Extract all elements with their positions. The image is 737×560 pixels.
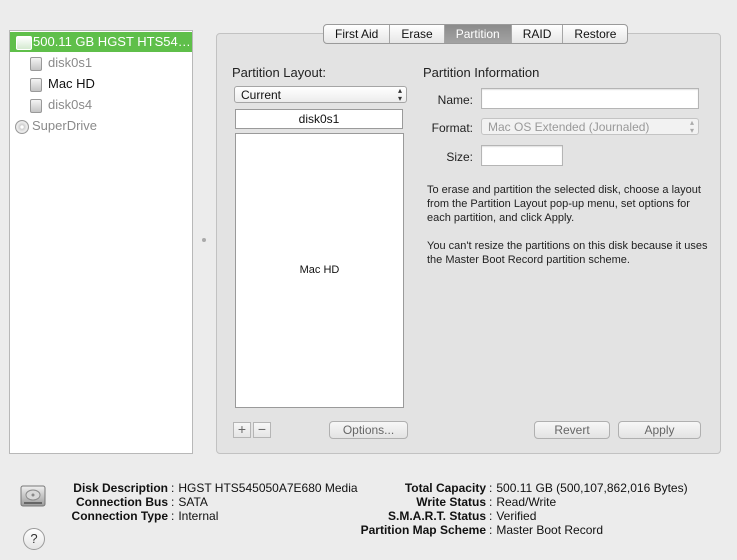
partition-header[interactable]: disk0s1 <box>235 109 403 129</box>
partition-map-scheme-value: Master Boot Record <box>496 523 604 537</box>
apply-button[interactable]: Apply <box>618 421 701 439</box>
disk-list-sidebar[interactable]: 500.11 GB HGST HTS54… disk0s1 Mac HD dis… <box>9 30 193 454</box>
tab-erase[interactable]: Erase <box>390 25 445 43</box>
size-label: Size: <box>446 150 473 164</box>
volume-icon <box>30 78 42 92</box>
disk-description-key: Disk Description <box>73 481 168 495</box>
volume-icon <box>30 99 42 113</box>
resize-warning-text: You can't resize the partitions on this … <box>427 240 708 266</box>
tab-bar: First Aid Erase Partition RAID Restore <box>323 24 629 44</box>
sidebar-item-disk[interactable]: 500.11 GB HGST HTS54… <box>10 32 192 52</box>
partition-map-scheme-key: Partition Map Scheme <box>360 523 486 537</box>
format-label: Format: <box>431 121 473 135</box>
name-field[interactable] <box>481 88 699 109</box>
sidebar-item-label: Mac HD <box>48 76 95 91</box>
connection-type-value: Internal <box>178 509 219 523</box>
tab-restore[interactable]: Restore <box>563 25 627 43</box>
format-popup[interactable]: Mac OS Extended (Journaled) ▴ ▾ <box>481 118 699 135</box>
smart-status-key: S.M.A.R.T. Status <box>387 509 486 523</box>
partition-map-scheme-row: Partition Map Scheme: Master Boot Record <box>352 523 603 537</box>
disk-description-value: HGST HTS545050A7E680 Media <box>178 481 358 495</box>
partition-map-label: Mac HD <box>299 264 340 276</box>
revert-button[interactable]: Revert <box>534 421 610 439</box>
format-value: Mac OS Extended (Journaled) <box>488 120 650 134</box>
options-button[interactable]: Options... <box>329 421 408 439</box>
total-capacity-value: 500.11 GB (500,107,862,016 Bytes) <box>496 481 688 495</box>
add-partition-button[interactable]: + <box>233 422 251 438</box>
smart-status-row: S.M.A.R.T. Status: Verified <box>352 509 536 523</box>
write-status-key: Write Status <box>416 495 486 509</box>
sidebar-item-label: disk0s1 <box>48 55 93 70</box>
partition-help-text: To erase and partition the selected disk… <box>427 184 701 224</box>
partition-map[interactable]: Mac HD <box>235 133 404 408</box>
partition-layout-value: Current <box>241 88 282 102</box>
sidebar-item-label: SuperDrive <box>32 118 98 133</box>
hard-disk-icon <box>20 485 46 507</box>
tab-first-aid[interactable]: First Aid <box>324 25 391 43</box>
total-capacity-row: Total Capacity:500.11 GB (500,107,862,01… <box>352 481 688 495</box>
write-status-row: Write Status: Read/Write <box>352 495 556 509</box>
connection-bus-key: Connection Bus <box>76 495 168 509</box>
smart-status-value: Verified <box>496 509 537 523</box>
popup-arrows-icon: ▴ ▾ <box>689 118 694 135</box>
partition-info-title: Partition Information <box>423 65 540 80</box>
connection-type-row: Connection Type: Internal <box>52 509 219 523</box>
size-field[interactable] <box>481 145 563 166</box>
sidebar-item-label: disk0s4 <box>48 97 93 112</box>
write-status-value: Read/Write <box>496 495 557 509</box>
partition-layout-title: Partition Layout: <box>232 65 326 80</box>
disk-description-row: Disk Description: HGST HTS545050A7E680 Me… <box>52 481 358 495</box>
connection-bus-value: SATA <box>178 495 208 509</box>
connection-type-key: Connection Type <box>71 509 168 523</box>
connection-bus-row: Connection Bus: SATA <box>52 495 208 509</box>
optical-drive-icon <box>15 120 29 134</box>
total-capacity-key: Total Capacity <box>404 481 486 495</box>
sidebar-item-label: 500.11 GB HGST HTS54… <box>33 34 191 49</box>
name-label: Name: <box>437 93 473 107</box>
help-button[interactable]: ? <box>23 528 45 550</box>
tab-partition[interactable]: Partition <box>444 25 512 43</box>
splitter-handle[interactable] <box>202 238 206 242</box>
hard-disk-icon <box>16 36 32 50</box>
remove-partition-button[interactable]: − <box>253 422 271 438</box>
volume-icon <box>30 57 42 71</box>
tab-raid[interactable]: RAID <box>512 25 564 43</box>
popup-arrows-icon: ▴ ▾ <box>397 86 402 103</box>
partition-layout-popup[interactable]: Current ▴ ▾ <box>234 86 407 103</box>
